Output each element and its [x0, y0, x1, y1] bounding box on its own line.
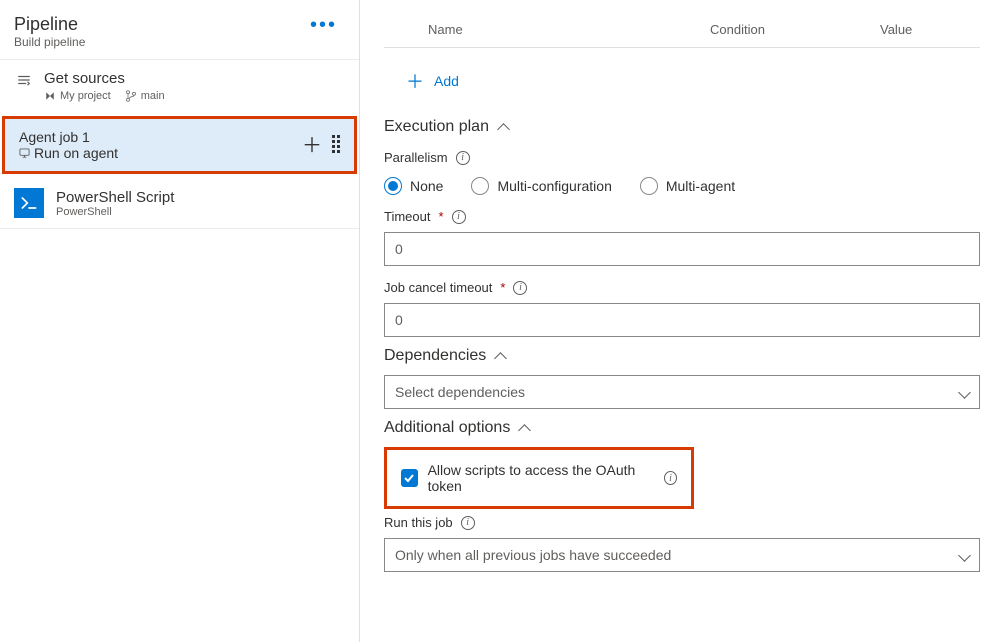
radio-multi-agent[interactable]: Multi-agent — [640, 177, 735, 195]
run-this-job-select[interactable]: Only when all previous jobs have succeed… — [384, 538, 980, 572]
job-cancel-timeout-input[interactable] — [384, 303, 980, 337]
run-this-job-value: Only when all previous jobs have succeed… — [395, 547, 671, 563]
drag-handle-icon[interactable] — [332, 135, 340, 153]
agent-job-row[interactable]: Agent job 1 Run on agent ＋ — [2, 116, 357, 174]
info-icon[interactable]: i — [664, 471, 677, 485]
agent-icon-chip: Run on agent — [19, 145, 292, 161]
pipeline-subtitle: Build pipeline — [14, 35, 302, 49]
job-details-panel: Name Condition Value ＋ Add Execution pla… — [360, 0, 1004, 642]
oauth-checkbox[interactable] — [401, 469, 418, 487]
branch-name: main — [141, 90, 165, 102]
info-icon[interactable]: i — [513, 281, 527, 295]
powershell-sub: PowerShell — [56, 206, 174, 218]
more-actions-icon[interactable]: ••• — [302, 14, 345, 36]
radio-none[interactable]: None — [384, 177, 443, 195]
timeout-label: Timeout — [384, 209, 430, 224]
branch-icon — [125, 90, 137, 102]
col-value: Value — [880, 16, 980, 48]
col-condition: Condition — [710, 16, 880, 48]
sources-icon — [14, 73, 34, 87]
chevron-down-icon — [958, 547, 969, 563]
powershell-icon — [14, 188, 44, 218]
branch-chip: main — [125, 90, 165, 102]
add-label: Add — [434, 73, 459, 89]
project-chip: My project — [44, 90, 111, 102]
info-icon[interactable]: i — [452, 210, 466, 224]
get-sources-row[interactable]: Get sources My project main — [0, 59, 359, 112]
pipeline-tree: Pipeline Build pipeline ••• Get sources … — [0, 0, 360, 642]
agent-job-sub: Run on agent — [34, 145, 118, 161]
add-icon: ＋ — [406, 68, 424, 94]
powershell-label: PowerShell Script — [56, 189, 174, 206]
pipeline-title: Pipeline — [14, 14, 302, 35]
agent-job-label: Agent job 1 — [19, 129, 292, 145]
powershell-task-row[interactable]: PowerShell Script PowerShell — [0, 178, 359, 229]
oauth-highlight: Allow scripts to access the OAuth token … — [384, 447, 694, 509]
oauth-label: Allow scripts to access the OAuth token — [428, 462, 654, 494]
execution-plan-title: Execution plan — [384, 118, 489, 136]
dependencies-select[interactable]: Select dependencies — [384, 375, 980, 409]
dependencies-title: Dependencies — [384, 347, 486, 365]
add-task-icon[interactable]: ＋ — [302, 129, 322, 158]
project-name: My project — [60, 90, 111, 102]
variables-table-header: Name Condition Value — [384, 16, 980, 48]
execution-plan-header[interactable]: Execution plan — [384, 118, 980, 136]
chevron-down-icon — [958, 384, 969, 400]
run-this-job-label: Run this job — [384, 515, 453, 530]
parallelism-label: Parallelism — [384, 150, 448, 165]
timeout-input[interactable] — [384, 232, 980, 266]
dependencies-placeholder: Select dependencies — [395, 384, 525, 400]
info-icon[interactable]: i — [456, 151, 470, 165]
additional-options-header[interactable]: Additional options — [384, 419, 980, 437]
job-cancel-timeout-label: Job cancel timeout — [384, 280, 492, 295]
info-icon[interactable]: i — [461, 516, 475, 530]
additional-options-title: Additional options — [384, 419, 510, 437]
parallelism-radios: None Multi-configuration Multi-agent — [384, 177, 980, 195]
project-icon — [44, 90, 56, 102]
get-sources-label: Get sources — [44, 70, 345, 87]
radio-multi-configuration[interactable]: Multi-configuration — [471, 177, 611, 195]
dependencies-header[interactable]: Dependencies — [384, 347, 980, 365]
add-button[interactable]: ＋ Add — [384, 48, 980, 108]
pipeline-header: Pipeline Build pipeline ••• — [0, 0, 359, 59]
col-name: Name — [428, 16, 710, 48]
agent-icon — [19, 148, 30, 159]
